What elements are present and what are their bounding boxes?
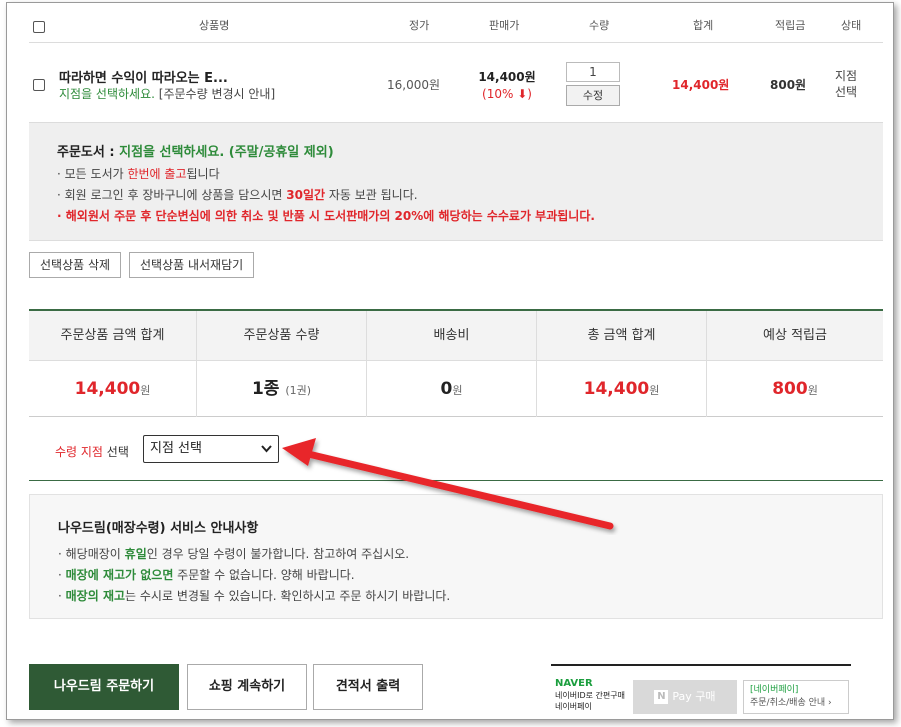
summary-total-value: 14,400원 xyxy=(583,379,660,399)
cart-item-row: 따라하면 수익이 따라오는 E... 지점을 선택하세요. [주문수량 변경시 … xyxy=(29,43,883,123)
info-line-3: · 매장의 재고는 수시로 변경될 수 있습니다. 확인하시고 주문 하시기 바… xyxy=(58,589,451,603)
summary-shipping-value: 0원 xyxy=(440,379,463,399)
notice-line-1: · 모든 도서가 한번에 출고됩니다 xyxy=(57,167,220,181)
summary-amount-label: 주문상품 금액 합계 xyxy=(60,328,165,343)
print-quote-button[interactable]: 견적서 출력 xyxy=(313,664,423,710)
item-discount-rate: (10% ⬇) xyxy=(482,87,532,101)
status-line-1: 지점 xyxy=(835,69,858,83)
summary-shipping-label: 배송비 xyxy=(433,328,470,343)
naver-pay-info-link[interactable]: [네이버페이] 주문/취소/배송 안내 › xyxy=(743,680,849,714)
header-total: 합계 xyxy=(693,19,714,32)
order-qty-note-link[interactable]: [주문수량 변경시 안내] xyxy=(159,87,275,101)
summary-count: 주문상품 수량 1종 (1권) xyxy=(197,311,367,417)
item-title[interactable]: 따라하면 수익이 따라오는 E... xyxy=(59,67,228,86)
select-all-checkbox[interactable] xyxy=(33,21,45,33)
info-line-2: · 매장에 재고가 없으면 주문할 수 없습니다. 양해 바랍니다. xyxy=(58,568,355,582)
naver-pay-button[interactable]: N Pay 구매 xyxy=(633,680,737,714)
summary-shipping: 배송비 0원 xyxy=(367,311,537,417)
info-line-1: · 해당매장이 휴일인 경우 당일 수령이 불가합니다. 참고하여 주십시오. xyxy=(58,547,410,561)
naver-pay-box: NAVER 네이버ID로 간편구매 네이버페이 N Pay 구매 [네이버페이] … xyxy=(551,664,851,718)
naver-logo: NAVER xyxy=(555,678,593,689)
item-checkbox[interactable] xyxy=(33,79,45,91)
delete-selected-button[interactable]: 선택상품 삭제 xyxy=(29,252,122,278)
order-summary: 주문상품 금액 합계 14,400원 주문상품 수량 1종 (1권) 배송비 0… xyxy=(29,309,883,417)
status-line-2: 선택 xyxy=(835,85,858,99)
header-sale-price: 판매가 xyxy=(489,19,520,32)
cart-content: 상품명 정가 판매가 수량 합계 적립금 상태 따라하면 수익이 따라오는 E.… xyxy=(29,3,883,619)
continue-shopping-button[interactable]: 쇼핑 계속하기 xyxy=(187,664,307,710)
order-notice-box: 주문도서 : 지점을 선택하세요. (주말/공휴일 제외) · 모든 도서가 한… xyxy=(29,123,883,241)
notice-heading-label: 주문도서 : xyxy=(57,145,115,160)
summary-total-label: 총 금액 합계 xyxy=(587,328,656,343)
item-subline: 지점을 선택하세요. [주문수량 변경시 안내] xyxy=(59,85,275,102)
header-list-price: 정가 xyxy=(409,19,430,32)
branch-select-prompt[interactable]: 지점을 선택하세요. xyxy=(59,87,155,101)
cart-table-header: 상품명 정가 판매가 수량 합계 적립금 상태 xyxy=(29,3,883,43)
branch-select-dropdown[interactable]: 지점 선택 xyxy=(143,435,279,463)
notice-line-2: · 회원 로그인 후 장바구니에 상품을 담으시면 30일간 자동 보관 됩니다… xyxy=(57,188,418,202)
checkout-actions: 나우드림 주문하기 쇼핑 계속하기 견적서 출력 NAVER 네이버ID로 간편… xyxy=(29,664,889,719)
item-sale-price-block: 14,400원 (10% ⬇) xyxy=(475,68,539,101)
pickup-branch-label: 수령 지점 선택 xyxy=(55,445,129,459)
item-list-price: 16,000원 xyxy=(387,78,441,92)
item-points: 800원 xyxy=(770,78,807,92)
summary-total: 총 금액 합계 14,400원 xyxy=(537,311,707,417)
notice-heading: 주문도서 : 지점을 선택하세요. (주말/공휴일 제외) xyxy=(57,141,883,160)
summary-points-value: 800원 xyxy=(772,379,818,399)
nowdream-order-button[interactable]: 나우드림 주문하기 xyxy=(29,664,179,710)
save-to-library-button[interactable]: 선택상품 내서재담기 xyxy=(129,252,255,278)
item-status: 지점 선택 xyxy=(835,68,857,100)
header-status: 상태 xyxy=(841,19,862,32)
header-quantity: 수량 xyxy=(589,19,610,32)
pickup-branch-section: 수령 지점 선택 지점 선택 xyxy=(29,417,883,481)
quantity-update-button[interactable]: 수정 xyxy=(566,85,620,106)
header-points: 적립금 xyxy=(775,19,806,32)
summary-amount-value: 14,400원 xyxy=(74,379,151,399)
summary-points: 예상 적립금 800원 xyxy=(707,311,883,417)
nowdream-info-box: 나우드림(매장수령) 서비스 안내사항 · 해당매장이 휴일인 경우 당일 수령… xyxy=(29,494,883,619)
summary-amount: 주문상품 금액 합계 14,400원 xyxy=(29,311,197,417)
item-sale-price: 14,400원 xyxy=(478,70,536,84)
item-total: 14,400원 xyxy=(672,78,730,92)
info-heading: 나우드림(매장수령) 서비스 안내사항 xyxy=(58,521,259,536)
naver-n-icon: N xyxy=(654,690,669,704)
branch-select-value: 지점 선택 xyxy=(150,441,202,456)
notice-heading-value: 지점을 선택하세요. (주말/공휴일 제외) xyxy=(119,145,334,160)
summary-points-label: 예상 적립금 xyxy=(763,328,827,343)
notice-line-3: · 해외원서 주문 후 단순변심에 의한 취소 및 반품 시 도서판매가의 20… xyxy=(57,209,595,223)
summary-count-label: 주문상품 수량 xyxy=(243,328,320,343)
selection-actions: 선택상품 삭제 선택상품 내서재담기 xyxy=(29,241,883,309)
summary-count-value: 1종 (1권) xyxy=(251,379,312,399)
naver-desc: 네이버ID로 간편구매 네이버페이 xyxy=(555,691,625,711)
quantity-input[interactable]: 1 xyxy=(566,62,620,82)
chevron-down-icon xyxy=(261,436,272,472)
cart-window: 상품명 정가 판매가 수량 합계 적립금 상태 따라하면 수익이 따라오는 E.… xyxy=(6,2,894,720)
header-product-name: 상품명 xyxy=(199,19,230,32)
